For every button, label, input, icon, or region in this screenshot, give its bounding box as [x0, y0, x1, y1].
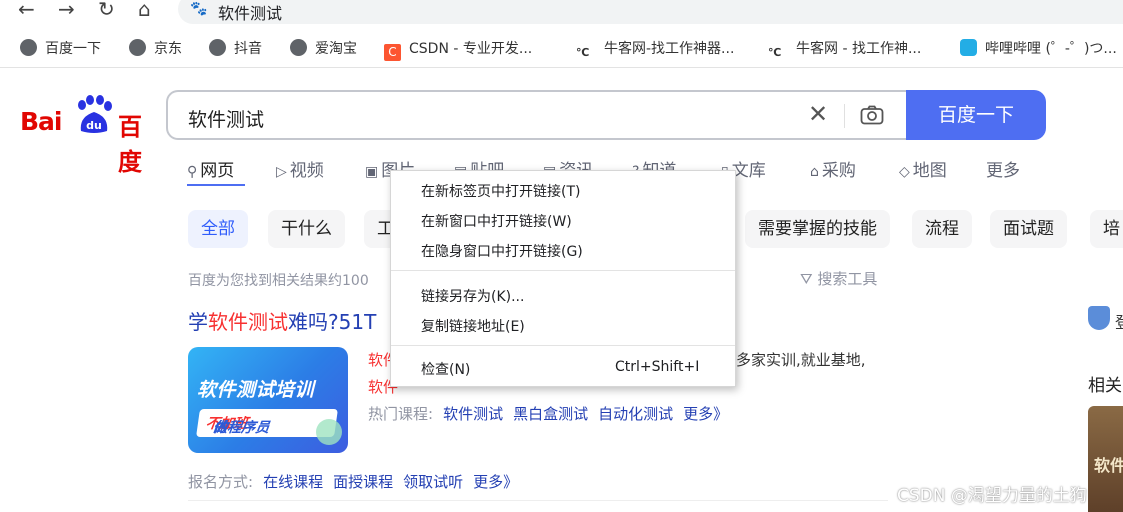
bilibili-icon: [960, 39, 977, 56]
csdn-icon: C: [384, 44, 401, 61]
result-snippet-tail: 多家实训,就业基地,: [736, 351, 866, 369]
bookmark-item[interactable]: 百度一下: [20, 38, 101, 58]
browser-toolbar: ← → ↻ ⌂ 🐾 软件测试: [0, 0, 1123, 28]
result-title-link[interactable]: 学软件测试难吗?51T: [188, 306, 376, 335]
menu-item-save-link-as[interactable]: 链接另存为(K)...: [421, 286, 524, 306]
image-icon: ▣: [365, 164, 379, 180]
chip-all[interactable]: 全部: [188, 210, 248, 248]
hot-courses: 热门课程: 软件测试 黑白盒测试 自动化测试 更多》: [368, 405, 729, 423]
globe-icon: [290, 39, 307, 56]
tab-video[interactable]: ▷ 视频: [276, 156, 324, 181]
menu-separator: [391, 270, 735, 271]
nowcoder-icon: ℃: [768, 46, 782, 59]
more-link[interactable]: 更多》: [683, 405, 728, 423]
signup-link[interactable]: 领取试听: [403, 473, 463, 491]
bookmark-item[interactable]: 京东: [129, 38, 182, 58]
menu-separator: [391, 345, 735, 346]
chip-item[interactable]: 流程: [912, 210, 972, 248]
shield-icon: [1088, 306, 1110, 330]
decorative-shape: [316, 419, 342, 445]
course-link[interactable]: 自动化测试: [598, 405, 673, 423]
bookmark-item[interactable]: ℃ 牛客网-找工作神器...: [576, 38, 734, 59]
search-input[interactable]: 软件测试: [188, 105, 264, 132]
globe-icon: [20, 39, 37, 56]
course-link[interactable]: 软件测试: [443, 405, 503, 423]
logo-bai-text: Bai: [20, 107, 62, 136]
menu-item-copy-link[interactable]: 复制链接地址(E): [421, 316, 525, 336]
chip-item[interactable]: 面试题: [990, 210, 1067, 248]
more-link[interactable]: 更多》: [473, 473, 518, 491]
bookmark-item[interactable]: 抖音: [209, 38, 262, 58]
divider: [844, 104, 845, 128]
globe-icon: [129, 39, 146, 56]
search-icon: ⚲: [187, 164, 198, 180]
bookmark-item[interactable]: ℃ 牛客网 - 找工作神...: [768, 38, 921, 59]
context-menu: 在新标签页中打开链接(T) 在新窗口中打开链接(W) 在隐身窗口中打开链接(G)…: [390, 170, 736, 387]
forward-button[interactable]: →: [58, 0, 75, 19]
nowcoder-icon: ℃: [576, 46, 590, 59]
bookmarks-bar: 百度一下 京东 抖音 爱淘宝 C CSDN - 专业开发... ℃ 牛客网-找工作神…: [0, 30, 1123, 68]
result-count: 百度为您找到相关结果约100: [188, 273, 369, 289]
result-thumbnail[interactable]: 软件测试培训 做不加班 的程序员: [188, 347, 348, 453]
search-box[interactable]: 软件测试 ✕: [166, 90, 916, 140]
globe-icon: [209, 39, 226, 56]
chip-item[interactable]: 培: [1090, 210, 1123, 248]
search-button[interactable]: 百度一下: [906, 90, 1046, 140]
menu-item-open-incognito[interactable]: 在隐身窗口中打开链接(G): [421, 241, 583, 261]
logo-cn-text: 百度: [118, 112, 142, 176]
tab-more[interactable]: 更多: [986, 156, 1020, 181]
menu-item-open-new-tab[interactable]: 在新标签页中打开链接(T): [421, 181, 580, 201]
clear-icon[interactable]: ✕: [808, 100, 828, 128]
video-icon: ▷: [276, 164, 287, 180]
course-link[interactable]: 黑白盒测试: [513, 405, 588, 423]
reload-button[interactable]: ↻: [98, 0, 115, 19]
map-icon: ◇: [899, 164, 910, 180]
svg-text:du: du: [86, 119, 102, 132]
bookmark-item[interactable]: 爱淘宝: [290, 38, 357, 58]
chip-item[interactable]: 干什么: [268, 210, 345, 248]
bookmark-item[interactable]: 哔哩哔哩 (゜-゜)つ...: [960, 38, 1117, 58]
bookmark-item[interactable]: C CSDN - 专业开发...: [384, 38, 532, 61]
chip-item[interactable]: 需要掌握的技能: [745, 210, 890, 248]
tab-web[interactable]: ⚲ 网页: [187, 156, 234, 181]
search-tools[interactable]: ⛛ 搜索工具: [800, 268, 877, 289]
baidu-paw-icon: 🐾: [190, 1, 208, 17]
active-tab-indicator: [187, 184, 245, 186]
purchase-icon: ⌂: [810, 164, 819, 180]
tab-purchase[interactable]: ⌂ 采购: [810, 156, 856, 181]
signup-link[interactable]: 在线课程: [263, 473, 323, 491]
menu-shortcut: Ctrl+Shift+I: [615, 359, 700, 375]
back-button[interactable]: ←: [18, 0, 35, 19]
tab-map[interactable]: ◇ 地图: [899, 156, 947, 181]
related-heading: 相关: [1088, 376, 1122, 396]
baidu-paw-icon: du: [78, 95, 112, 133]
divider: [188, 500, 888, 501]
side-text: 登: [1115, 309, 1123, 333]
menu-item-open-new-window[interactable]: 在新窗口中打开链接(W): [421, 211, 572, 231]
filter-icon: ⛛: [800, 270, 818, 288]
baidu-logo[interactable]: Bai du 百度: [20, 95, 150, 176]
signup-link[interactable]: 面授课程: [333, 473, 393, 491]
thumb-title: 软件测试培训: [197, 379, 315, 401]
address-text: 软件测试: [218, 4, 283, 23]
sign-up-methods: 报名方式: 在线课程 面授课程 领取试听 更多》: [188, 473, 519, 491]
home-button[interactable]: ⌂: [138, 0, 151, 19]
camera-icon[interactable]: [860, 105, 884, 125]
menu-item-inspect[interactable]: 检查(N): [421, 359, 470, 379]
address-bar[interactable]: 🐾 软件测试: [178, 0, 1123, 24]
watermark: CSDN @渴望力量的土狗: [897, 486, 1087, 506]
book-thumbnail[interactable]: 软件: [1088, 406, 1123, 512]
